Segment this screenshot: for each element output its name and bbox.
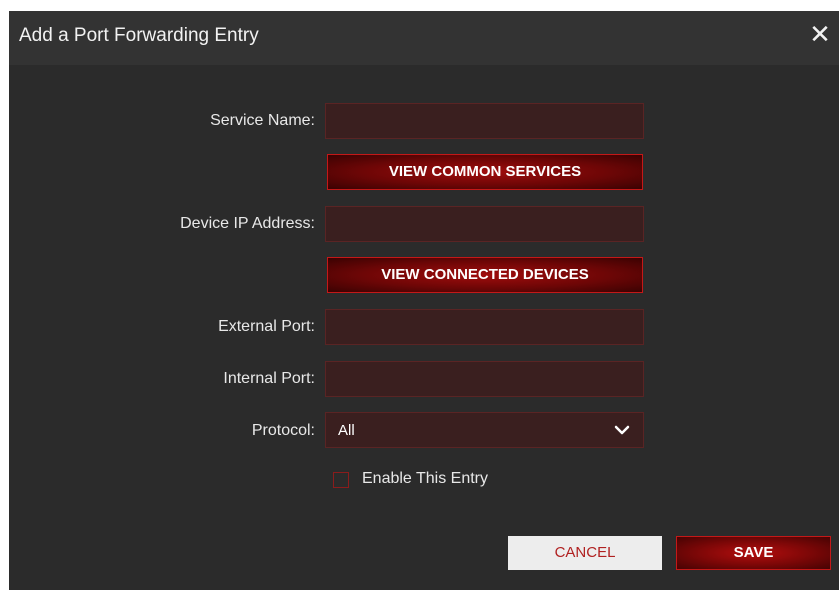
device-ip-label: Device IP Address: bbox=[180, 215, 315, 232]
chevron-down-icon bbox=[614, 425, 630, 435]
view-common-services-button[interactable]: VIEW COMMON SERVICES bbox=[327, 154, 643, 190]
port-forwarding-dialog: Add a Port Forwarding Entry ✕ Service Na… bbox=[9, 11, 839, 590]
protocol-label: Protocol: bbox=[251, 422, 315, 439]
dialog-titlebar: Add a Port Forwarding Entry ✕ bbox=[9, 11, 839, 65]
enable-entry-checkbox[interactable] bbox=[333, 472, 349, 488]
internal-port-input[interactable] bbox=[325, 361, 644, 397]
save-button[interactable]: SAVE bbox=[676, 536, 831, 570]
enable-entry-label: Enable This Entry bbox=[362, 470, 488, 487]
close-icon[interactable]: ✕ bbox=[805, 19, 835, 49]
protocol-select[interactable]: All bbox=[325, 412, 644, 448]
view-connected-devices-button[interactable]: VIEW CONNECTED DEVICES bbox=[327, 257, 643, 293]
cancel-button[interactable]: CANCEL bbox=[508, 536, 662, 570]
protocol-selected-value: All bbox=[338, 422, 355, 439]
external-port-input[interactable] bbox=[325, 309, 644, 345]
service-name-input[interactable] bbox=[325, 103, 644, 139]
service-name-label: Service Name: bbox=[210, 112, 315, 129]
dialog-title: Add a Port Forwarding Entry bbox=[19, 25, 259, 46]
internal-port-label: Internal Port: bbox=[223, 370, 315, 387]
device-ip-input[interactable] bbox=[325, 206, 644, 242]
external-port-label: External Port: bbox=[218, 318, 315, 335]
